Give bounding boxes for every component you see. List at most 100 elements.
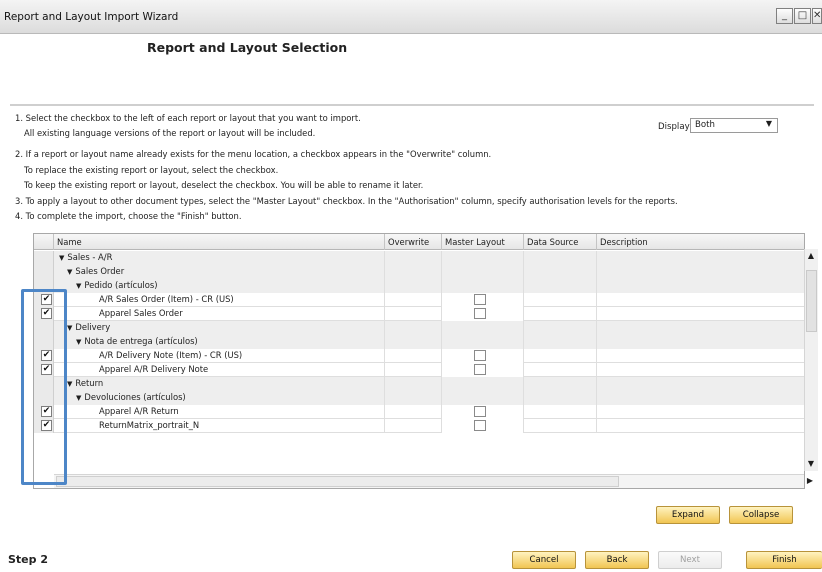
expand-arrow-icon[interactable]: ▼ [59,254,64,262]
next-button[interactable]: Next [658,551,722,569]
report-name-label: Apparel A/R Delivery Note [99,364,208,374]
description-cell [597,405,804,419]
table-row[interactable]: Apparel A/R Return ✔ [34,405,804,419]
table-row[interactable]: A/R Sales Order (Item) - CR (US) ✔ [34,293,804,307]
tree-node-label: ▼ Sales - A/R [59,252,112,262]
scroll-down-icon[interactable]: ▼ [804,459,818,468]
instruction-line: To replace the existing report or layout… [24,165,279,175]
cancel-button[interactable]: Cancel [512,551,576,569]
master-layout-checkbox[interactable] [474,294,486,305]
expand-arrow-icon[interactable]: ▼ [76,394,81,402]
overwrite-cell [385,251,442,265]
minimize-button[interactable]: _ [776,8,793,24]
overwrite-cell [385,405,442,419]
tree-group-row[interactable]: ▼ Delivery [34,321,804,335]
expand-arrow-icon[interactable]: ▼ [67,324,72,332]
data-source-cell [524,307,597,321]
data-source-cell [524,377,597,391]
scroll-right-icon[interactable]: ▶ [803,476,817,485]
table-row[interactable]: A/R Delivery Note (Item) - CR (US) ✔ [34,349,804,363]
expand-arrow-icon[interactable]: ▼ [67,380,72,388]
name-cell [54,377,385,391]
master-layout-cell [442,279,524,293]
description-cell [597,377,804,391]
overwrite-cell [385,377,442,391]
close-button[interactable]: ✕ [812,8,822,24]
maximize-button[interactable]: □ [794,8,811,24]
overwrite-cell [385,391,442,405]
master-layout-checkbox[interactable] [474,308,486,319]
tree-group-row[interactable]: ▼ Sales - A/R [34,251,804,265]
master-layout-cell [442,321,524,335]
row-label-text: Apparel Sales Order [99,308,183,318]
horizontal-scroll-thumb[interactable] [56,476,619,487]
master-layout-cell [442,377,524,391]
overwrite-cell [385,335,442,349]
instruction-line: To keep the existing report or layout, d… [24,180,424,190]
column-header-name[interactable]: Name [54,234,385,250]
column-header-description[interactable]: Description [597,234,804,250]
data-source-cell [524,265,597,279]
header-separator [10,104,814,106]
row-label-text: Sales Order [75,266,125,276]
report-name-label: ReturnMatrix_portrait_N [99,420,199,430]
data-source-cell [524,363,597,377]
tree-group-row[interactable]: ▼ Return [34,377,804,391]
tree-group-row[interactable]: ▼ Pedido (artículos) [34,279,804,293]
report-name-label: Apparel Sales Order [99,308,183,318]
master-layout-checkbox[interactable] [474,420,486,431]
dropdown-caret-icon: ▼ [765,119,772,128]
column-header-data-source[interactable]: Data Source [524,234,597,250]
overwrite-cell [385,349,442,363]
overwrite-cell [385,321,442,335]
finish-button[interactable]: Finish [746,551,822,569]
step-indicator: Step 2 [8,553,48,566]
data-source-cell [524,419,597,433]
table-row[interactable]: Apparel A/R Delivery Note ✔ [34,363,804,377]
row-label-text: Apparel A/R Delivery Note [99,364,209,374]
row-label-text: Pedido (artículos) [84,280,158,290]
row-label-text: Devoluciones (artículos) [84,392,186,402]
back-button[interactable]: Back [585,551,649,569]
report-name-label: Apparel A/R Return [99,406,179,416]
report-name-label: A/R Delivery Note (Item) - CR (US) [99,350,242,360]
row-label-text: Nota de entrega (artículos) [84,336,198,346]
data-source-cell [524,321,597,335]
table-row[interactable]: Apparel Sales Order ✔ [34,307,804,321]
overwrite-cell [385,293,442,307]
expand-arrow-icon[interactable]: ▼ [67,268,72,276]
table-row[interactable]: ReturnMatrix_portrait_N ✔ [34,419,804,433]
data-source-cell [524,293,597,307]
tree-node-label: ▼ Nota de entrega (artículos) [76,336,198,346]
master-layout-checkbox[interactable] [474,406,486,417]
master-layout-checkbox[interactable] [474,350,486,361]
tree-node-label: ▼ Delivery [67,322,110,332]
description-cell [597,419,804,433]
overwrite-cell [385,307,442,321]
tree-group-row[interactable]: ▼ Sales Order [34,265,804,279]
data-source-cell [524,391,597,405]
vertical-scroll-thumb[interactable] [806,270,817,332]
display-dropdown[interactable]: Both ▼ [690,118,778,133]
tree-group-row[interactable]: ▼ Devoluciones (artículos) [34,391,804,405]
column-header-master-layout[interactable]: Master Layout [442,234,524,250]
tree-group-row[interactable]: ▼ Nota de entrega (artículos) [34,335,804,349]
row-label-text: ReturnMatrix_portrait_N [99,420,200,430]
tree-node-label: ▼ Return [67,378,103,388]
report-layout-grid: Name Overwrite Master Layout Data Source… [33,233,805,489]
expand-arrow-icon[interactable]: ▼ [76,282,81,290]
master-layout-cell [442,251,524,265]
report-name-label: A/R Sales Order (Item) - CR (US) [99,294,234,304]
overwrite-cell [385,363,442,377]
collapse-button[interactable]: Collapse [729,506,793,524]
instruction-line: 2. If a report or layout name already ex… [15,149,492,159]
row-label-text: A/R Sales Order (Item) - CR (US) [99,294,234,304]
column-header-overwrite[interactable]: Overwrite [385,234,442,250]
scroll-up-icon[interactable]: ▲ [804,251,818,260]
expand-button[interactable]: Expand [656,506,720,524]
master-layout-checkbox[interactable] [474,364,486,375]
expand-arrow-icon[interactable]: ▼ [76,338,81,346]
description-cell [597,321,804,335]
tree-node-label: ▼ Sales Order [67,266,124,276]
grid-header: Name Overwrite Master Layout Data Source… [34,234,804,250]
